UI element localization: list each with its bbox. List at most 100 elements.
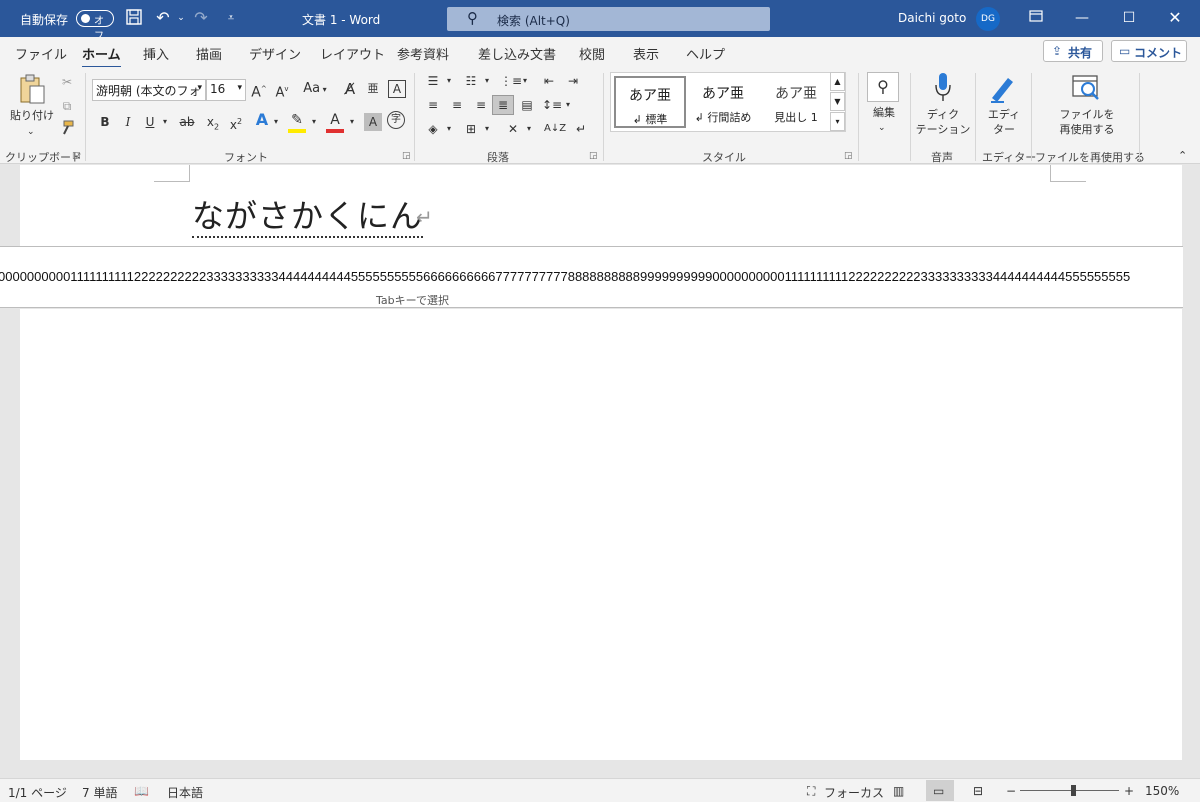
chevron-down-icon[interactable]: ▾ <box>160 113 170 131</box>
tab-file[interactable]: ファイル <box>15 44 67 63</box>
dictate-label[interactable]: ディク テーション <box>915 107 971 137</box>
style-heading-1[interactable]: あア亜 見出し 1 <box>760 76 832 128</box>
chevron-down-icon[interactable]: ⌄ <box>878 119 886 137</box>
phonetic-guide-icon[interactable]: 亜 <box>365 80 381 98</box>
grow-font-icon[interactable]: A^ <box>250 80 268 102</box>
editing-label[interactable]: 編集 <box>870 105 898 120</box>
align-left-icon[interactable]: ≡ <box>424 96 442 114</box>
chevron-down-icon[interactable]: ▾ <box>347 113 357 131</box>
page-count[interactable]: 1/1 ページ <box>8 784 67 801</box>
reuse-files-label[interactable]: ファイルを 再使用する <box>1052 107 1122 137</box>
print-layout-icon[interactable]: ▭ <box>933 784 944 798</box>
word-count[interactable]: 7 単語 <box>82 784 117 801</box>
text-effects-icon[interactable]: A <box>253 111 271 129</box>
gallery-up-icon[interactable]: ▲ <box>830 72 845 91</box>
redo-icon[interactable]: ↷ <box>190 8 212 28</box>
format-painter-icon[interactable] <box>58 120 76 141</box>
sort-icon[interactable]: A↓Z <box>544 120 566 138</box>
gallery-more-icon[interactable]: ▾ <box>830 112 845 131</box>
font-name-combo[interactable]: 游明朝 (本文のフォ ▾ <box>92 79 206 101</box>
ribbon-display-options-icon[interactable] <box>1024 6 1048 30</box>
show-formatting-marks-icon[interactable]: ↵ <box>572 120 590 138</box>
undo-dropdown-icon[interactable]: ⌄ <box>170 8 192 28</box>
paragraph-launcher-icon[interactable]: ◲ <box>589 151 598 161</box>
reuse-files-icon[interactable] <box>1070 72 1102 109</box>
tab-draw[interactable]: 描画 <box>196 44 222 63</box>
tab-design[interactable]: デザイン <box>249 44 301 63</box>
character-shading-icon[interactable]: A <box>364 113 382 131</box>
focus-label[interactable]: フォーカス <box>824 784 884 801</box>
zoom-in-icon[interactable]: + <box>1124 784 1134 798</box>
underline-icon[interactable]: U <box>143 113 157 131</box>
borders-icon[interactable]: ⊞ <box>462 120 480 138</box>
paste-dropdown-icon[interactable]: ⌄ <box>27 123 35 141</box>
maximize-icon[interactable]: ☐ <box>1117 6 1141 30</box>
document-page-body[interactable] <box>20 309 1182 760</box>
focus-icon[interactable]: ⛶ <box>807 784 815 799</box>
user-name[interactable]: Daichi goto <box>898 11 966 25</box>
clipboard-launcher-icon[interactable]: ◲ <box>72 151 81 161</box>
clear-formatting-icon[interactable]: A̸ <box>340 80 360 98</box>
asian-layout-icon[interactable]: ✕ <box>504 120 522 138</box>
tab-mailings[interactable]: 差し込み文書 <box>478 44 556 63</box>
styles-launcher-icon[interactable]: ◲ <box>844 151 853 161</box>
avatar[interactable]: DG <box>976 7 1000 31</box>
align-right-icon[interactable]: ≡ <box>472 96 490 114</box>
share-button[interactable]: ⇪ 共有 <box>1043 40 1103 62</box>
shading-icon[interactable]: ◈ <box>424 120 442 138</box>
distributed-icon[interactable]: ▤ <box>518 96 536 114</box>
paste-icon[interactable] <box>14 73 50 107</box>
web-layout-icon[interactable]: ⊟ <box>973 784 983 798</box>
bold-icon[interactable]: B <box>98 113 112 131</box>
superscript-icon[interactable]: x2 <box>228 113 244 134</box>
chevron-down-icon[interactable]: ▾ <box>563 96 573 114</box>
enclose-characters-icon[interactable]: 字 <box>387 111 405 129</box>
customize-qat-icon[interactable]: ⩡ <box>220 8 242 28</box>
read-mode-icon[interactable]: ▥ <box>893 784 904 798</box>
save-icon[interactable] <box>123 8 145 28</box>
font-size-combo[interactable]: 16 ▾ <box>206 79 246 101</box>
chevron-down-icon[interactable]: ▾ <box>482 120 492 138</box>
style-normal[interactable]: あア亜 ↲ 標準 <box>614 76 686 128</box>
justify-icon[interactable]: ≣ <box>492 95 514 115</box>
search-box[interactable]: ⚲ 検索 (Alt+Q) <box>447 7 770 31</box>
line-spacing-icon[interactable]: ↕≡ <box>542 96 562 114</box>
chevron-down-icon[interactable]: ▾ <box>520 72 530 90</box>
tab-view[interactable]: 表示 <box>633 44 659 63</box>
chevron-down-icon[interactable]: ▾ <box>444 120 454 138</box>
tab-review[interactable]: 校閲 <box>579 44 605 63</box>
tab-home[interactable]: ホーム <box>82 44 121 69</box>
microphone-icon[interactable] <box>929 72 957 109</box>
italic-icon[interactable]: I <box>121 113 135 131</box>
font-launcher-icon[interactable]: ◲ <box>402 151 411 161</box>
close-icon[interactable]: ✕ <box>1163 6 1187 30</box>
vertical-scrollbar[interactable] <box>1183 165 1200 777</box>
chevron-down-icon[interactable]: ▾ <box>309 113 319 131</box>
chevron-down-icon[interactable]: ▾ <box>524 120 534 138</box>
increase-indent-icon[interactable]: ⇥ <box>564 72 582 90</box>
change-case-icon[interactable]: Aa ▾ <box>300 80 330 99</box>
multilevel-list-icon[interactable]: ⋮≡ <box>500 72 522 90</box>
copy-icon[interactable]: ⧉ <box>58 97 76 115</box>
bullets-icon[interactable]: ☰ <box>424 72 442 90</box>
highlight-icon[interactable]: ✎ <box>288 111 306 133</box>
proofing-icon[interactable]: 📖 <box>134 784 149 798</box>
minimize-icon[interactable]: — <box>1070 6 1094 30</box>
document-text[interactable]: ながさかくにん <box>192 196 424 238</box>
collapse-ribbon-icon[interactable]: ⌃ <box>1178 147 1187 165</box>
tab-references[interactable]: 参考資料 <box>397 44 449 63</box>
cut-icon[interactable]: ✂ <box>58 73 76 91</box>
zoom-out-icon[interactable]: − <box>1006 784 1016 798</box>
find-icon[interactable]: ⚲ <box>867 72 899 102</box>
shrink-font-icon[interactable]: Av <box>273 80 291 102</box>
editor-label[interactable]: エディ ター <box>982 107 1026 137</box>
tab-insert[interactable]: 挿入 <box>143 44 169 63</box>
autosave-toggle[interactable]: オフ <box>76 10 114 42</box>
gallery-down-icon[interactable]: ▼ <box>830 92 845 111</box>
strikethrough-icon[interactable]: ab <box>178 113 196 131</box>
zoom-level[interactable]: 150% <box>1145 784 1179 798</box>
character-border-icon[interactable]: A <box>388 80 406 98</box>
numbering-icon[interactable]: ☷ <box>462 72 480 90</box>
font-color-icon[interactable]: A <box>326 111 344 133</box>
language[interactable]: 日本語 <box>167 784 203 801</box>
